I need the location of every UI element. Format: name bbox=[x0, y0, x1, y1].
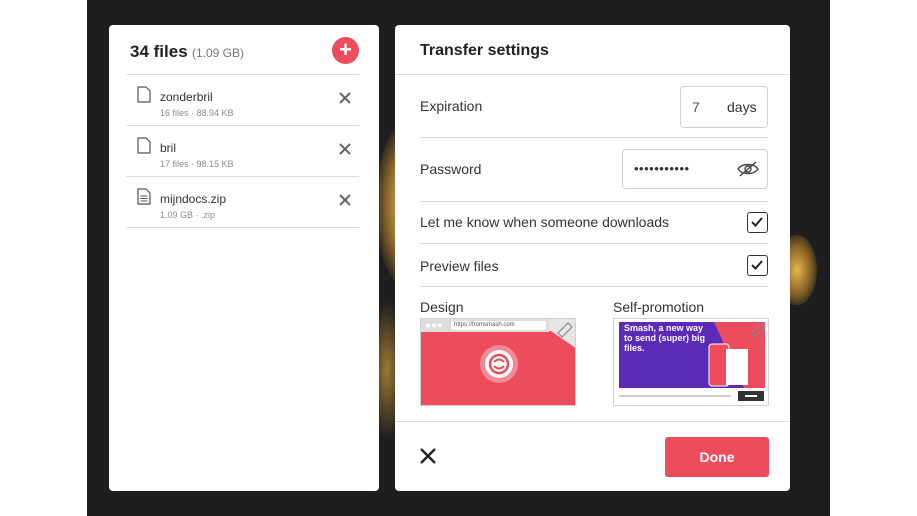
design-thumbnail[interactable]: https://fromsmash.com bbox=[420, 318, 576, 406]
files-count-title: 34 files bbox=[130, 42, 188, 61]
check-icon bbox=[751, 260, 763, 270]
file-meta: 1.09 GB · .zip bbox=[160, 210, 216, 220]
design-label: Design bbox=[420, 299, 464, 315]
done-button[interactable]: Done bbox=[665, 437, 769, 477]
files-total-size: (1.09 GB) bbox=[192, 46, 245, 60]
file-name: bril bbox=[160, 141, 177, 155]
document-icon bbox=[137, 188, 151, 205]
password-value: ••••••••••• bbox=[634, 161, 690, 176]
self-promotion-thumbnail[interactable]: Smash, a new way to send (super) big fil… bbox=[613, 318, 769, 406]
folder-icon bbox=[137, 137, 151, 154]
files-panel: 34 files (1.09 GB) + zonderbril 16 files… bbox=[109, 25, 379, 491]
check-icon bbox=[751, 217, 763, 227]
file-row[interactable]: mijndocs.zip 1.09 GB · .zip bbox=[126, 177, 359, 228]
file-row[interactable]: zonderbril 16 files · 88.94 KB bbox=[126, 75, 359, 126]
promo-text: Smash, a new way to send (super) big fil… bbox=[624, 323, 705, 353]
password-field[interactable]: ••••••••••• bbox=[622, 149, 768, 189]
notify-label: Let me know when someone downloads bbox=[420, 214, 670, 230]
add-files-button[interactable]: + bbox=[332, 37, 359, 64]
file-meta: 17 files · 98.15 KB bbox=[160, 159, 234, 169]
transfer-settings-panel: Transfer settings Expiration 7 days Pass… bbox=[395, 25, 790, 491]
design-url: https://fromsmash.com bbox=[454, 322, 515, 328]
notify-row: Let me know when someone downloads bbox=[420, 202, 768, 244]
close-icon[interactable] bbox=[419, 447, 437, 465]
files-header: 34 files (1.09 GB) + bbox=[126, 25, 359, 75]
notify-checkbox[interactable] bbox=[747, 212, 768, 233]
remove-file-icon[interactable] bbox=[338, 142, 352, 156]
expiration-unit: days bbox=[727, 99, 757, 115]
password-label: Password bbox=[420, 161, 482, 177]
expiration-input[interactable]: 7 days bbox=[680, 86, 768, 128]
design-preview-image bbox=[421, 319, 575, 405]
self-promotion-label: Self-promotion bbox=[613, 299, 705, 315]
file-name: mijndocs.zip bbox=[160, 192, 227, 206]
remove-file-icon[interactable] bbox=[338, 193, 352, 207]
file-row[interactable]: bril 17 files · 98.15 KB bbox=[126, 126, 359, 177]
settings-header: Transfer settings bbox=[395, 25, 790, 75]
file-meta: 16 files · 88.94 KB bbox=[160, 108, 234, 118]
remove-file-icon[interactable] bbox=[338, 91, 352, 105]
eye-slash-icon[interactable] bbox=[737, 161, 759, 177]
file-name: zonderbril bbox=[160, 90, 213, 104]
expiration-value: 7 bbox=[692, 99, 700, 115]
expiration-label: Expiration bbox=[420, 98, 483, 114]
folder-icon bbox=[137, 86, 151, 103]
preview-row: Preview files bbox=[420, 244, 768, 287]
preview-checkbox[interactable] bbox=[747, 255, 768, 276]
preview-label: Preview files bbox=[420, 258, 499, 274]
expiration-row: Expiration 7 days bbox=[420, 75, 768, 138]
settings-title: Transfer settings bbox=[420, 42, 549, 59]
footer-divider bbox=[395, 421, 790, 422]
password-row: Password ••••••••••• bbox=[420, 138, 768, 202]
